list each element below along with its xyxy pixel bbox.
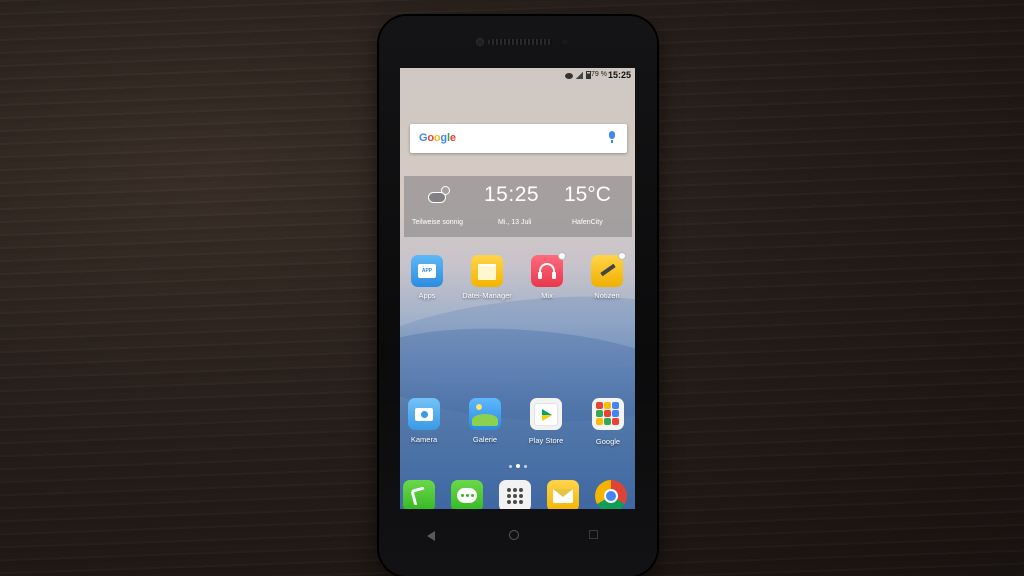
app-label-google: Google xyxy=(595,437,621,446)
dock-messages[interactable] xyxy=(451,480,483,509)
dock-chrome[interactable] xyxy=(595,480,627,509)
app-label-gallery: Galerie xyxy=(472,435,498,444)
front-camera-icon xyxy=(476,38,484,46)
phone-icon xyxy=(410,486,428,506)
back-key-icon[interactable] xyxy=(427,531,435,541)
data-saver-icon xyxy=(565,72,573,79)
proximity-sensor xyxy=(562,39,568,45)
dock-phone[interactable] xyxy=(403,480,435,509)
google-search-bar[interactable]: Google xyxy=(410,124,627,153)
app-icon-play-store[interactable] xyxy=(530,398,562,430)
page-indicator[interactable] xyxy=(400,464,635,468)
app-icon-gallery[interactable] xyxy=(469,398,501,430)
weather-location: HafenCity xyxy=(572,219,603,226)
mic-icon[interactable] xyxy=(609,131,615,143)
partly-sunny-icon xyxy=(428,186,452,204)
dock-email[interactable] xyxy=(547,480,579,509)
app-icon-notes[interactable] xyxy=(591,252,626,287)
weather-condition: Teilweise sonnig xyxy=(412,219,463,226)
app-icon-camera[interactable] xyxy=(408,398,440,430)
app-label-apps: Apps xyxy=(418,291,436,300)
app-icon-apps[interactable]: APP xyxy=(411,255,443,287)
page-dot xyxy=(508,465,512,468)
app-folder-google[interactable] xyxy=(592,398,624,430)
home-screen: 79 % 15:25 Google 15:25 15°C Teilweise s… xyxy=(400,68,635,509)
app-label-mix: Mix xyxy=(541,291,553,300)
page-dot-current xyxy=(515,464,520,468)
recent-apps-key-icon[interactable] xyxy=(589,530,598,539)
app-label-file-manager: Datei-Manager xyxy=(462,291,512,300)
signal-icon xyxy=(576,71,583,79)
app-label-play-store: Play Store xyxy=(528,436,564,445)
battery-percent: 79 % xyxy=(591,71,607,78)
notification-badge xyxy=(558,252,566,260)
notes-icon xyxy=(600,263,616,277)
app-label-notes: Notizen xyxy=(594,291,620,300)
weather-clock-widget[interactable]: 15:25 15°C Teilweise sonnig Mi., 13 Juli… xyxy=(404,176,632,237)
status-bar[interactable]: 79 % 15:25 xyxy=(400,68,635,82)
folder-icon xyxy=(478,264,496,280)
dock-app-drawer[interactable] xyxy=(499,480,531,509)
apps-store-icon: APP xyxy=(418,264,436,278)
widget-time: 15:25 xyxy=(484,183,540,206)
app-label-camera: Kamera xyxy=(410,435,438,444)
widget-temperature: 15°C xyxy=(564,183,611,206)
app-icon-mix[interactable] xyxy=(531,252,566,287)
earpiece-speaker xyxy=(488,39,552,45)
notification-badge xyxy=(618,252,626,260)
status-clock: 15:25 xyxy=(607,70,631,80)
widget-date: Mi., 13 Juli xyxy=(498,219,532,226)
google-logo: Google xyxy=(419,132,456,144)
app-icon-file-manager[interactable] xyxy=(471,255,503,287)
smartphone-device: 79 % 15:25 Google 15:25 15°C Teilweise s… xyxy=(379,16,657,576)
page-dot xyxy=(523,465,527,468)
home-key-icon[interactable] xyxy=(509,530,519,540)
